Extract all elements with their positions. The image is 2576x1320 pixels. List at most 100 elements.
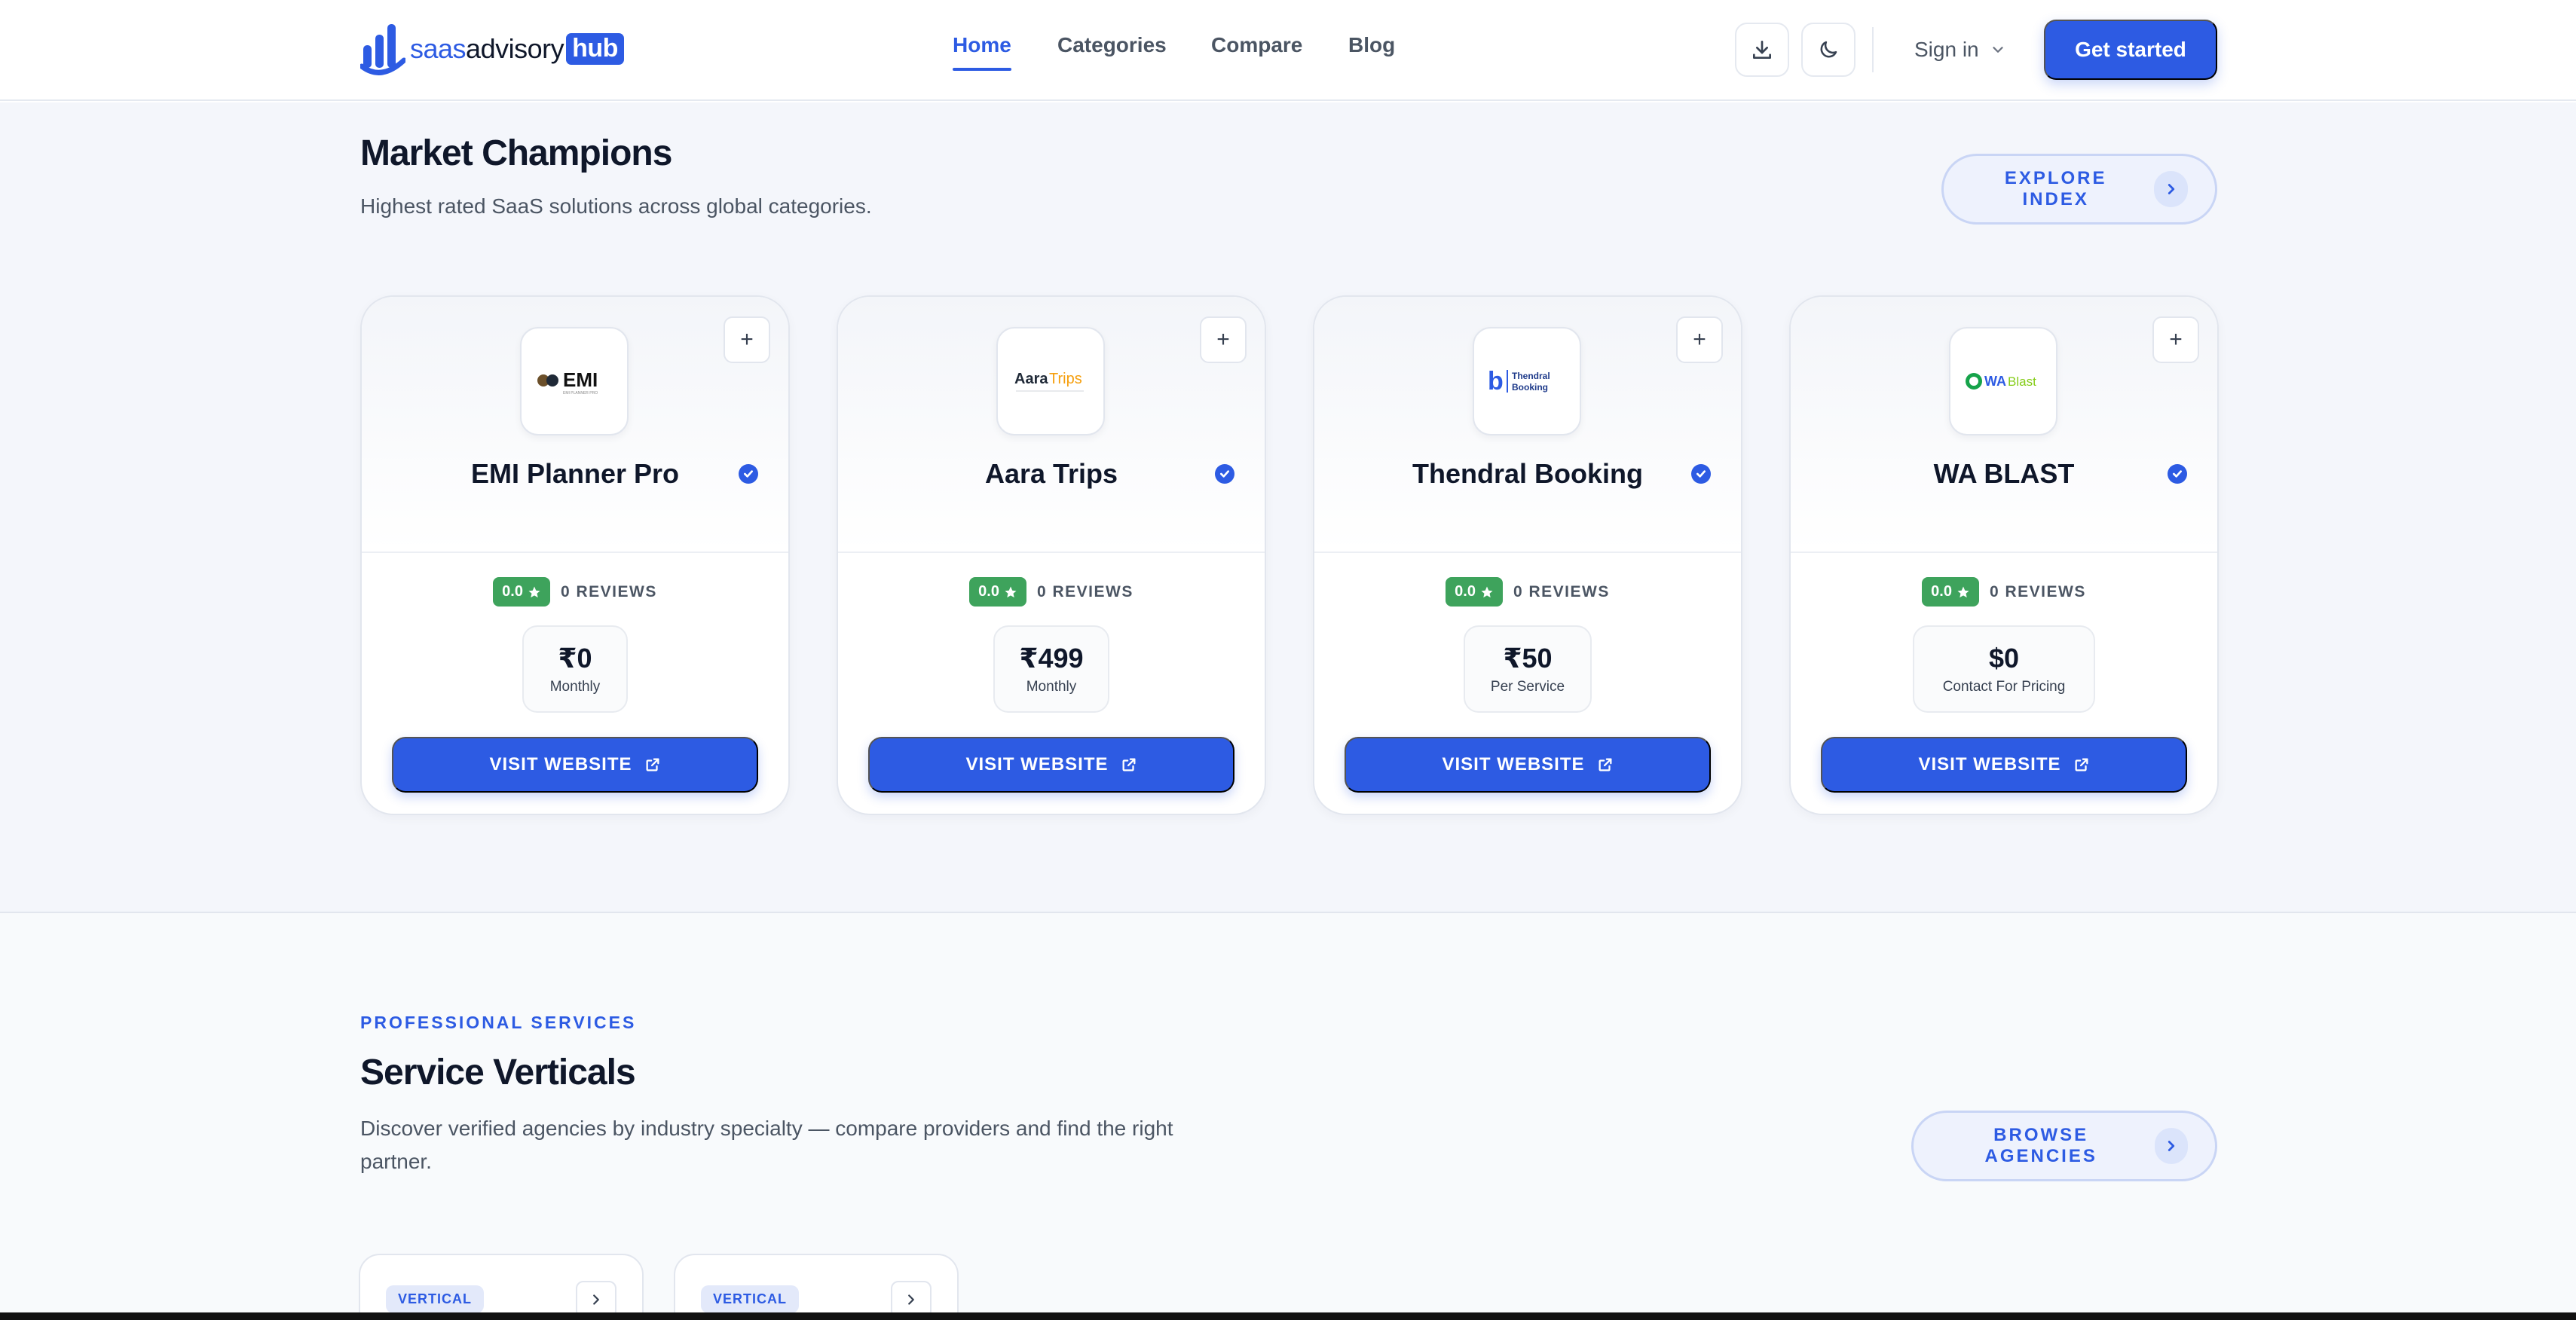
vertical-card[interactable]: VERTICAL — [359, 1254, 644, 1320]
add-to-compare-button[interactable]: + — [1200, 316, 1247, 363]
price-unit: Per Service — [1490, 679, 1565, 695]
price-value: ₹0 — [558, 643, 592, 674]
market-champions-title: Market Champions — [360, 133, 672, 173]
download-button[interactable] — [1735, 23, 1789, 77]
svg-text:b: b — [1488, 367, 1504, 396]
chevron-right-icon — [2155, 1128, 2188, 1164]
logo-text-saas: saas — [410, 33, 467, 64]
rating-badge: 0.0 — [969, 577, 1026, 607]
market-champions-subtitle: Highest rated SaaS solutions across glob… — [360, 194, 872, 218]
vertical-tag: VERTICAL — [386, 1285, 484, 1313]
svg-text:EMI: EMI — [563, 368, 598, 391]
product-card: + Aara Trips Aara Trips 0.0 0 REVIEWS ₹4… — [837, 295, 1266, 815]
add-to-compare-button[interactable]: + — [724, 316, 770, 363]
add-to-compare-button[interactable]: + — [1676, 316, 1723, 363]
review-count: 0 REVIEWS — [560, 582, 657, 600]
visit-website-button[interactable]: VISIT WEBSITE — [868, 737, 1234, 793]
verified-badge-icon — [739, 464, 758, 484]
signin-menu[interactable]: Sign in — [1914, 33, 2006, 66]
external-link-icon — [2075, 758, 2088, 772]
download-icon — [1753, 41, 1771, 59]
external-link-icon — [1599, 758, 1611, 772]
price-box: ₹0 Monthly — [522, 625, 628, 713]
rating-badge: 0.0 — [1922, 577, 1979, 607]
market-champions-section: Market Champions Highest rated SaaS solu… — [0, 102, 2576, 912]
service-verticals-subtitle-line2: partner. — [360, 1150, 432, 1173]
verified-badge-icon — [1215, 464, 1234, 484]
rating-value: 0.0 — [502, 583, 523, 600]
rating-badge: 0.0 — [1446, 577, 1503, 607]
nav-link-categories[interactable]: Categories — [1057, 33, 1167, 74]
top-navbar: saas advisory hub Home Categories Compare … — [0, 0, 2576, 101]
rating-row: 0.0 0 REVIEWS — [362, 577, 788, 607]
visit-website-button[interactable]: VISIT WEBSITE — [392, 737, 758, 793]
rating-row: 0.0 0 REVIEWS — [838, 577, 1265, 607]
star-icon — [528, 586, 540, 597]
browse-agencies-label: BROWSE AGENCIES — [1984, 1125, 2097, 1166]
explore-index-button[interactable]: EXPLORE INDEX — [1941, 154, 2217, 225]
product-logo: Aara Trips — [996, 327, 1105, 435]
theme-toggle-button[interactable] — [1801, 23, 1856, 77]
visit-website-button[interactable]: VISIT WEBSITE — [1821, 737, 2187, 793]
browse-agencies-button[interactable]: BROWSE AGENCIES — [1911, 1111, 2217, 1181]
visit-website-label: VISIT WEBSITE — [1918, 754, 2061, 775]
chevron-down-icon — [1992, 47, 2003, 53]
external-link-icon — [1122, 758, 1135, 772]
product-logo: WA Blast — [1949, 327, 2057, 435]
nav-link-compare[interactable]: Compare — [1211, 33, 1302, 74]
visit-website-label: VISIT WEBSITE — [489, 754, 632, 775]
product-name[interactable]: EMI Planner Pro — [362, 458, 788, 490]
svg-text:Blast: Blast — [2008, 374, 2036, 389]
rating-value: 0.0 — [978, 583, 999, 600]
svg-text:Thendral: Thendral — [1512, 371, 1550, 381]
logo-mark-icon — [359, 23, 407, 75]
signin-label: Sign in — [1914, 38, 1979, 61]
product-name[interactable]: WA BLAST — [1791, 458, 2217, 490]
rating-value: 0.0 — [1455, 583, 1476, 600]
price-box: ₹499 Monthly — [993, 625, 1109, 713]
product-name[interactable]: Thendral Booking — [1314, 458, 1741, 490]
price-value: ₹50 — [1503, 643, 1553, 674]
verified-badge-icon — [2168, 464, 2187, 484]
price-box: ₹50 Per Service — [1464, 625, 1592, 713]
product-name[interactable]: Aara Trips — [838, 458, 1265, 490]
brand-logo[interactable]: saas advisory hub — [359, 23, 624, 75]
price-value: ₹499 — [1019, 643, 1084, 674]
moon-icon — [1820, 41, 1837, 58]
rating-value: 0.0 — [1931, 583, 1952, 600]
external-link-icon — [646, 758, 659, 772]
service-verticals-section: PROFESSIONAL SERVICES Service Verticals … — [0, 913, 2576, 1320]
logo-text-hub: hub — [566, 33, 624, 65]
rating-row: 0.0 0 REVIEWS — [1791, 577, 2217, 607]
product-card: + EMI EMI PLANNER PRO EMI Planner Pro 0.… — [360, 295, 790, 815]
service-verticals-subtitle-line1: Discover verified agencies by industry s… — [360, 1117, 1173, 1140]
visit-website-label: VISIT WEBSITE — [1442, 754, 1585, 775]
nav-link-blog[interactable]: Blog — [1348, 33, 1395, 74]
review-count: 0 REVIEWS — [1036, 582, 1134, 600]
svg-text:Aara: Aara — [1014, 371, 1048, 387]
explore-index-label: EXPLORE INDEX — [2004, 168, 2107, 209]
svg-text:Trips: Trips — [1049, 371, 1082, 387]
rating-badge: 0.0 — [493, 577, 550, 607]
logo-text-advisory: advisory — [466, 33, 564, 64]
product-logo: b Thendral Booking — [1473, 327, 1581, 435]
nav-divider — [1872, 27, 1874, 72]
review-count: 0 REVIEWS — [1989, 582, 2086, 600]
get-started-button[interactable]: Get started — [2044, 20, 2217, 80]
add-to-compare-button[interactable]: + — [2152, 316, 2199, 363]
vertical-card[interactable]: VERTICAL — [674, 1254, 959, 1320]
visit-website-button[interactable]: VISIT WEBSITE — [1345, 737, 1711, 793]
price-unit: Monthly — [549, 679, 601, 695]
nav-link-home[interactable]: Home — [953, 33, 1011, 74]
price-unit: Contact For Pricing — [1942, 679, 2066, 695]
price-unit: Monthly — [1026, 679, 1077, 695]
price-value: $0 — [1988, 643, 2020, 674]
window-bottom-edge — [0, 1312, 2576, 1320]
verified-badge-icon — [1691, 464, 1711, 484]
section-eyebrow: PROFESSIONAL SERVICES — [360, 1013, 637, 1032]
star-icon — [1005, 586, 1017, 597]
rating-row: 0.0 0 REVIEWS — [1314, 577, 1741, 607]
service-verticals-title: Service Verticals — [360, 1053, 636, 1092]
visit-website-label: VISIT WEBSITE — [965, 754, 1109, 775]
product-card: + WA Blast WA BLAST 0.0 0 REVIEWS $0 Con… — [1789, 295, 2219, 815]
